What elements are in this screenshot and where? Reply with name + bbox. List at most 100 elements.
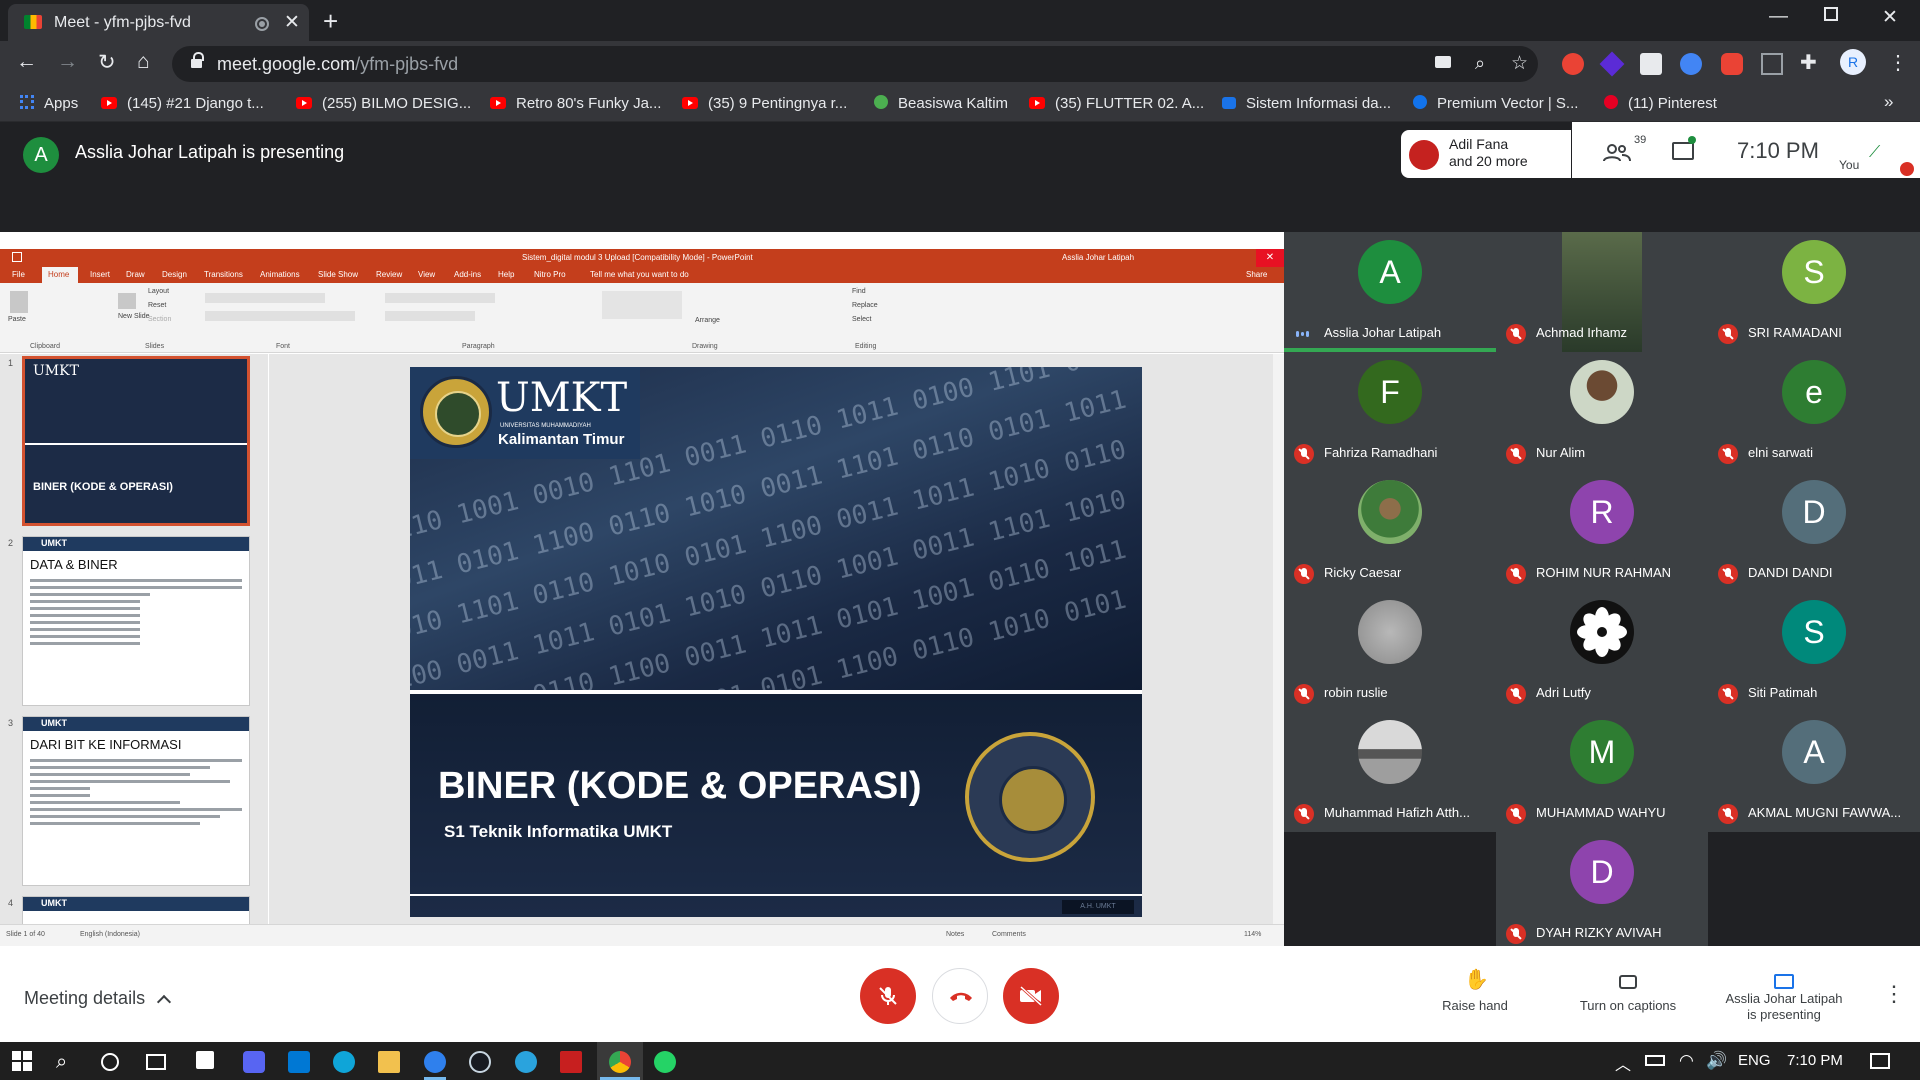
more-options-icon[interactable]: ⋮	[1883, 981, 1905, 1007]
vscode-icon[interactable]	[424, 1051, 446, 1073]
bookmark-item[interactable]: Retro 80's Funky Ja...	[490, 95, 661, 112]
new-tab-button[interactable]: +	[323, 6, 338, 37]
wifi-icon[interactable]: ◠	[1679, 1051, 1701, 1073]
thumbnail-number: 3	[8, 718, 14, 728]
participant-tile[interactable]: Muhammad Hafizh Atth...	[1284, 712, 1496, 832]
address-bar[interactable]: meet.google.com/yfm-pjbs-fvd ⌕ ☆	[172, 46, 1538, 82]
hand-extension-icon[interactable]	[1721, 53, 1743, 75]
window-extension-icon[interactable]	[1761, 53, 1783, 75]
bookmark-item[interactable]: (35) 9 Pentingnya r...	[682, 95, 847, 112]
participant-tile[interactable]: Adri Lutfy	[1496, 592, 1708, 712]
discord-icon[interactable]	[243, 1051, 265, 1073]
bookmark-item[interactable]: (11) Pinterest	[1604, 95, 1717, 112]
bookmark-item[interactable]: Sistem Informasi da...	[1222, 95, 1391, 112]
minimize-window-button[interactable]: —	[1769, 6, 1788, 28]
telegram-icon[interactable]	[515, 1051, 537, 1073]
screencast-extension-icon[interactable]	[1562, 53, 1584, 75]
notes-label: Notes	[946, 931, 965, 938]
people-chip[interactable]: Adil Fana and 20 more	[1401, 130, 1571, 178]
windows-start-icon[interactable]	[12, 1051, 34, 1073]
close-window-button[interactable]: ✕	[1882, 6, 1898, 29]
thumbnail-number: 4	[8, 898, 14, 908]
muted-mic-icon	[1294, 564, 1314, 584]
participant-tile[interactable]: S SRI RAMADANI	[1708, 232, 1920, 352]
captions-button[interactable]: Turn on captions	[1568, 972, 1688, 1014]
reload-button[interactable]: ↻	[98, 50, 116, 75]
bookmark-item[interactable]: (145) #21 Django t...	[101, 95, 264, 112]
ribbon-tab: Transitions	[204, 270, 243, 279]
profile-avatar[interactable]: R	[1840, 49, 1866, 75]
translate-extension-icon[interactable]	[1680, 53, 1702, 75]
restore-window-button[interactable]	[1824, 7, 1838, 21]
raise-hand-button[interactable]: ✋ Raise hand	[1425, 970, 1525, 1014]
back-button[interactable]: ←	[16, 50, 37, 74]
muted-mic-icon	[1506, 804, 1526, 824]
whatsapp-icon[interactable]	[654, 1051, 676, 1073]
file-explorer-icon[interactable]	[378, 1051, 400, 1073]
dota-icon[interactable]	[560, 1051, 582, 1073]
close-tab-icon[interactable]: ✕	[284, 11, 300, 34]
participant-tile[interactable]: Achmad Irhamz	[1496, 232, 1708, 352]
extension-icon[interactable]	[1640, 53, 1662, 75]
bookmark-apps[interactable]: Apps	[20, 95, 78, 112]
presenting-status-button[interactable]: Asslia Johar Latipah is presenting	[1714, 972, 1854, 1023]
participant-tile[interactable]: e elni sarwati	[1708, 352, 1920, 472]
muted-mic-icon	[1718, 564, 1738, 584]
leave-call-button[interactable]	[932, 968, 988, 1024]
participant-tile[interactable]: D DYAH RIZKY AVIVAH	[1496, 832, 1708, 952]
youtube-icon	[1029, 97, 1045, 109]
participant-tile[interactable]: A Asslia Johar Latipah	[1284, 232, 1496, 352]
participant-tile[interactable]: R ROHIM NUR RAHMAN	[1496, 472, 1708, 592]
notifications-icon[interactable]	[1870, 1053, 1890, 1069]
camera-icon[interactable]	[1435, 56, 1451, 68]
pinterest-icon	[1604, 95, 1618, 109]
purple-extension-icon[interactable]	[1599, 51, 1625, 77]
forward-button[interactable]: →	[57, 50, 78, 74]
participant-tile[interactable]: F Fahriza Ramadhani	[1284, 352, 1496, 472]
cortana-icon[interactable]	[101, 1053, 119, 1071]
participant-name: Achmad Irhamz	[1536, 325, 1628, 340]
steam-icon[interactable]	[469, 1051, 491, 1073]
input-language[interactable]: ENG	[1738, 1052, 1771, 1069]
bookmark-item[interactable]: Premium Vector | S...	[1413, 95, 1578, 112]
volume-icon[interactable]: 🔊	[1706, 1051, 1728, 1073]
task-view-icon[interactable]	[146, 1054, 166, 1070]
system-clock[interactable]: 7:10 PM	[1787, 1052, 1843, 1069]
paragraph-row	[385, 293, 495, 303]
lock-icon[interactable]	[191, 52, 204, 69]
camera-toggle-button[interactable]	[1003, 968, 1059, 1024]
slide-corner-tag: A.H. UMKT	[1062, 900, 1134, 914]
participant-tile[interactable]: S Siti Patimah	[1708, 592, 1920, 712]
chrome-icon[interactable]	[609, 1051, 631, 1073]
home-button[interactable]: ⌂	[137, 50, 150, 74]
muted-mic-icon	[1294, 684, 1314, 704]
bookmark-item[interactable]: Beasiswa Kaltim	[874, 95, 1008, 112]
mail-icon[interactable]	[288, 1051, 310, 1073]
participant-tile[interactable]: M MUHAMMAD WAHYU	[1496, 712, 1708, 832]
bookmark-star-icon[interactable]: ☆	[1511, 52, 1528, 75]
store-icon[interactable]	[196, 1051, 214, 1069]
extensions-puzzle-icon[interactable]: ✚	[1800, 50, 1817, 75]
thumbnail-title: DARI BIT KE INFORMASI	[30, 737, 182, 752]
meeting-details-button[interactable]: Meeting details	[24, 988, 172, 1010]
bookmark-item[interactable]: (35) FLUTTER 02. A...	[1029, 95, 1204, 112]
participant-tile[interactable]: Ricky Caesar	[1284, 472, 1496, 592]
participant-tile[interactable]: Nur Alim	[1496, 352, 1708, 472]
microphone-toggle-button[interactable]	[860, 968, 916, 1024]
zoom-icon[interactable]: ⌕	[1475, 53, 1485, 74]
search-icon[interactable]: ⌕	[56, 1051, 78, 1073]
more-bookmarks-button[interactable]: »	[1884, 92, 1893, 112]
participant-tile[interactable]: A AKMAL MUGNI FAWWA...	[1708, 712, 1920, 832]
chat-icon[interactable]	[1672, 142, 1694, 160]
participant-tile[interactable]: D DANDI DANDI	[1708, 472, 1920, 592]
participant-tile[interactable]: robin ruslie	[1284, 592, 1496, 712]
browser-tab[interactable]: Meet - yfm-pjbs-fvd ✕	[8, 4, 309, 41]
avatar: S	[1782, 600, 1846, 664]
bookmark-item[interactable]: (255) BILMO DESIG...	[296, 95, 471, 112]
battery-icon[interactable]	[1645, 1055, 1665, 1066]
tray-overflow-icon[interactable]: ︿	[1615, 1051, 1637, 1074]
edge-icon[interactable]	[333, 1051, 355, 1073]
chrome-menu-icon[interactable]: ⋮	[1888, 50, 1908, 75]
people-icon[interactable]	[1602, 144, 1632, 162]
self-view-icon[interactable]: ⟋	[1869, 144, 1880, 162]
